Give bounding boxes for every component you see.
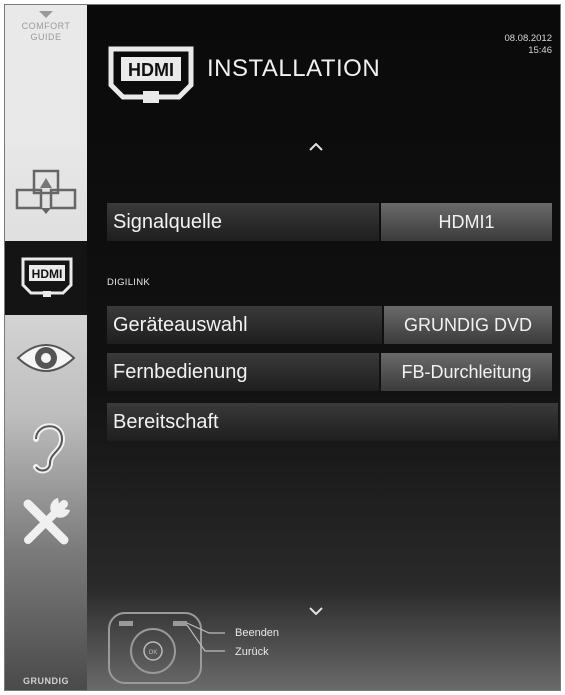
brand-logo: GRUNDIG [23, 676, 69, 686]
remote-control-label: Fernbedienung [107, 353, 379, 391]
sidebar-item-sound[interactable] [9, 415, 83, 475]
arrow-down-icon [39, 11, 53, 18]
sidebar-item-hdmi[interactable]: HDMI [5, 241, 89, 315]
signal-source-value[interactable]: HDMI1 [381, 203, 552, 241]
header-hdmi-logo: HDMI [105, 43, 197, 112]
sidebar-item-tools[interactable] [9, 490, 83, 554]
date-text: 08.08.2012 [504, 33, 552, 44]
page-title: INSTALLATION [207, 55, 381, 82]
sidebar-item-picture[interactable] [9, 163, 83, 223]
ear-icon [33, 423, 66, 474]
exit-hint: Beenden [235, 627, 280, 639]
remote-control-icon: OK [108, 612, 233, 684]
back-hint: Zurück [235, 646, 269, 658]
tv-menu-frame: COMFORT GUIDE HDMI GRUNDIG HDMI INSTALLA… [4, 4, 561, 691]
device-selection-value[interactable]: GRUNDIG DVD [384, 306, 552, 344]
device-selection-label: Geräteauswahl [107, 306, 382, 344]
section-title-digilink: DIGILINK [107, 277, 151, 288]
device-selection-row[interactable]: Geräteauswahl GRUNDIG DVD [107, 306, 552, 344]
ok-button-label: OK [149, 650, 158, 656]
datetime: 08.08.2012 15:46 [504, 33, 552, 57]
remote-control-value[interactable]: FB-Durchleitung [381, 353, 552, 391]
comfort-guide-button[interactable]: COMFORT GUIDE [5, 5, 87, 145]
standby-row[interactable]: Bereitschaft [107, 403, 558, 441]
header-logo-text: HDMI [128, 60, 174, 80]
comfort-guide-label-line1: COMFORT [21, 21, 71, 31]
scroll-up-icon[interactable] [309, 143, 323, 151]
eye-icon [16, 344, 76, 372]
standby-label: Bereitschaft [107, 403, 558, 441]
remote-diagram: OK [105, 609, 233, 690]
signal-source-label: Signalquelle [107, 203, 379, 241]
sidebar-item-picture-settings[interactable] [9, 330, 83, 386]
hdmi-icon: HDMI [108, 46, 194, 103]
signal-source-row[interactable]: Signalquelle HDMI1 [107, 203, 552, 241]
time-text: 15:46 [528, 45, 552, 56]
picture-in-picture-icon [15, 169, 77, 214]
tools-icon [23, 498, 70, 545]
comfort-guide-label-line2: GUIDE [30, 32, 62, 42]
sidebar: COMFORT GUIDE HDMI GRUNDIG [5, 5, 89, 690]
remote-control-row[interactable]: Fernbedienung FB-Durchleitung [107, 353, 552, 391]
hdmi-icon-text: HDMI [32, 267, 63, 281]
main-panel: HDMI INSTALLATION 08.08.2012 15:46 Signa… [87, 5, 560, 690]
scroll-down-icon[interactable] [309, 607, 323, 615]
hdmi-icon: HDMI [21, 257, 73, 297]
